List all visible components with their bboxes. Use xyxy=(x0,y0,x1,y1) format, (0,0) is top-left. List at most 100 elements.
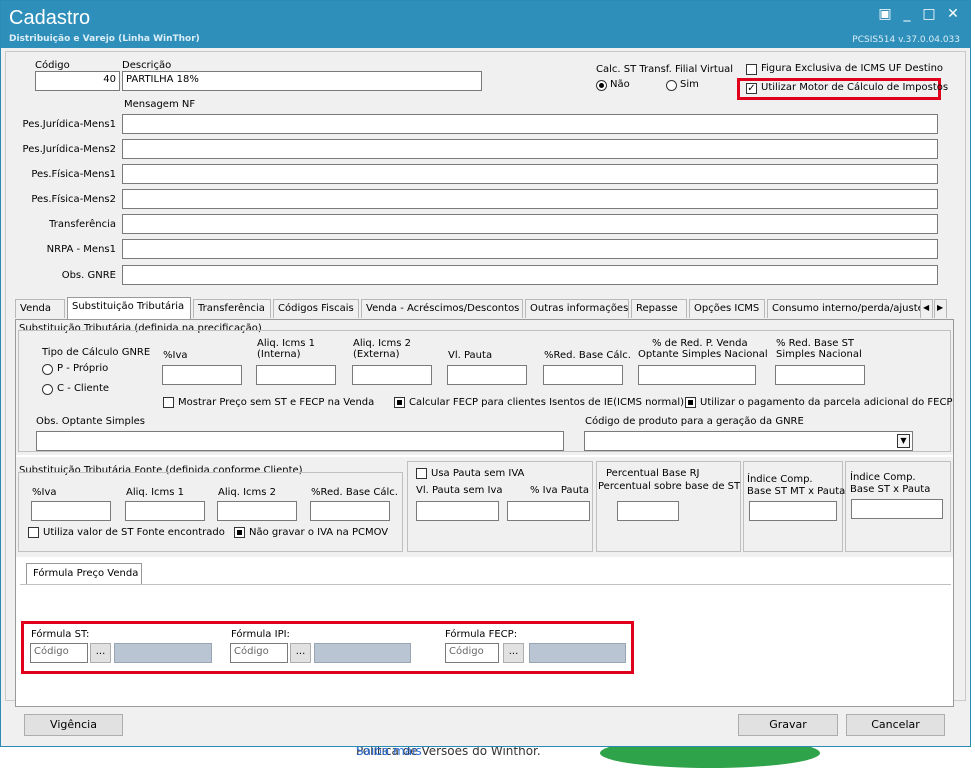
window-title: Cadastro xyxy=(9,7,91,29)
figura-checkbox[interactable] xyxy=(746,64,757,75)
calc-st-label: Calc. ST Transf. Filial Virtual xyxy=(596,64,734,75)
indice2-sublabel: Base ST x Pauta xyxy=(850,484,931,495)
vigencia-button[interactable]: Vigência xyxy=(24,714,123,736)
aliq1-sublabel: (Interna) xyxy=(257,349,301,360)
tab-consumo[interactable]: Consumo interno/perda/ajuste xyxy=(767,299,921,318)
utiliza-st-fonte-checkbox[interactable] xyxy=(28,527,39,538)
radio-nao[interactable] xyxy=(596,80,607,91)
codigo-label: Código xyxy=(35,60,70,71)
mostrar-preco-label: Mostrar Preço sem ST e FECP na Venda xyxy=(178,397,375,408)
window-subtitle: Distribuição e Varejo (Linha WinThor) xyxy=(9,34,200,44)
title-bar[interactable]: Cadastro Distribuição e Varejo (Linha Wi… xyxy=(1,1,970,48)
fonte-aliq2-input[interactable] xyxy=(217,501,297,521)
radio-nao-label: Não xyxy=(610,79,630,90)
radio-cliente[interactable] xyxy=(42,384,53,395)
indice1-input[interactable] xyxy=(749,501,837,521)
tab-substituicao[interactable]: Substituição Tributária xyxy=(67,297,191,319)
msg-input-pj2[interactable] xyxy=(122,139,938,159)
close-button[interactable]: ✕ xyxy=(944,5,962,23)
st-section: Substituição Tributária (definida na pre… xyxy=(16,320,953,455)
tab-venda[interactable]: Venda xyxy=(15,299,65,318)
descricao-input[interactable]: PARTILHA 18% xyxy=(122,71,482,91)
gravar-button[interactable]: Gravar xyxy=(738,714,838,736)
calcular-fecp-label: Calcular FECP para clientes Isentos de I… xyxy=(409,397,685,408)
aliq2-sublabel: (Externa) xyxy=(353,349,400,360)
tab-acrescimos[interactable]: Venda - Acréscimos/Descontos xyxy=(361,299,523,318)
tab-repasse[interactable]: Repasse xyxy=(631,299,687,318)
msg-label-pj2: Pes.Jurídica-Mens2 xyxy=(22,144,116,155)
tab-scroll-left-icon[interactable]: ◀ xyxy=(920,299,933,318)
version-label: PCSIS514 v.37.0.04.033 xyxy=(852,35,960,45)
msg-input-gnre[interactable] xyxy=(122,265,938,285)
tab-formula-preco[interactable]: Fórmula Preço Venda xyxy=(26,563,142,584)
fonte-iva-input[interactable] xyxy=(31,501,111,521)
formula-tab-line xyxy=(20,584,951,585)
iva-input[interactable] xyxy=(162,365,242,385)
indice2-input[interactable] xyxy=(851,499,943,519)
fonte-aliq1-input[interactable] xyxy=(125,501,205,521)
tab-opcoes-icms[interactable]: Opções ICMS xyxy=(689,299,765,318)
msg-input-pj1[interactable] xyxy=(122,114,938,134)
tab-codigos-fiscais[interactable]: Códigos Fiscais xyxy=(273,299,359,318)
fonte-section: Substituição Tributária Fonte (definida … xyxy=(16,457,953,557)
radio-proprio[interactable] xyxy=(42,364,53,375)
usa-pauta-checkbox[interactable] xyxy=(416,468,427,479)
chevron-down-icon[interactable]: ▼ xyxy=(897,434,910,448)
maximize-button[interactable]: □ xyxy=(920,5,938,23)
formula-st-label: Fórmula ST: xyxy=(31,629,90,640)
aliq1-input[interactable] xyxy=(256,365,336,385)
motor-label: Utilizar Motor de Cálculo de Impostos xyxy=(761,82,949,93)
motor-checkbox[interactable] xyxy=(746,83,757,94)
msg-input-transf[interactable] xyxy=(122,214,938,234)
radio-sim[interactable] xyxy=(666,80,677,91)
tab-transferencia[interactable]: Transferência xyxy=(193,299,271,318)
redpv-sublabel: Optante Simples Nacional xyxy=(638,349,768,360)
perc-input[interactable] xyxy=(617,501,679,521)
iva-label: %Iva xyxy=(163,350,188,361)
aliq2-input[interactable] xyxy=(352,365,432,385)
restore-icon[interactable]: ▣ xyxy=(876,5,894,23)
iva-pauta-label: % Iva Pauta xyxy=(530,485,589,496)
gnre-code-select[interactable]: ▼ xyxy=(584,431,913,451)
calcular-fecp-checkbox[interactable] xyxy=(394,397,405,408)
redst-input[interactable] xyxy=(775,365,865,385)
nao-gravar-iva-label: Não gravar o IVA na PCMOV xyxy=(249,527,389,538)
msg-input-pf1[interactable] xyxy=(122,164,938,184)
mostrar-preco-checkbox[interactable] xyxy=(163,397,174,408)
formula-st-lookup-button[interactable]: ... xyxy=(90,643,111,663)
obs-optante-input[interactable] xyxy=(36,431,564,451)
formula-fecp-lookup-button[interactable]: ... xyxy=(503,643,524,663)
redpv-input[interactable] xyxy=(638,365,756,385)
fonte-aliq2-label: Aliq. Icms 2 xyxy=(218,487,277,498)
formula-fecp-code-input[interactable]: Código xyxy=(445,643,499,663)
perc-title: Percentual Base RJ xyxy=(606,468,700,479)
utilizar-fecp-checkbox[interactable] xyxy=(685,397,696,408)
formula-fecp-label: Fórmula FECP: xyxy=(445,629,518,640)
minimize-button[interactable]: _ xyxy=(898,5,916,23)
tab-outras[interactable]: Outras informações xyxy=(525,299,629,318)
formula-ipi-desc xyxy=(314,643,411,663)
pauta-label: Vl. Pauta xyxy=(448,350,493,361)
gnre-title: Tipo de Cálculo GNRE xyxy=(42,347,151,358)
pauta-input[interactable] xyxy=(447,365,527,385)
iva-pauta-input[interactable] xyxy=(507,501,590,521)
msg-input-pf2[interactable] xyxy=(122,189,938,209)
codigo-input[interactable]: 40 xyxy=(35,71,120,91)
cancelar-button[interactable]: Cancelar xyxy=(846,714,945,736)
redst-label: % Red. Base ST xyxy=(776,338,855,349)
fonte-red-input[interactable] xyxy=(310,501,390,521)
nao-gravar-iva-checkbox[interactable] xyxy=(234,527,245,538)
indice2-label: Índice Comp. xyxy=(850,472,916,483)
msg-label-transf: Transferência xyxy=(49,219,116,230)
indice1-label: Índice Comp. xyxy=(747,474,813,485)
redbase-input[interactable] xyxy=(543,365,623,385)
formula-ipi-lookup-button[interactable]: ... xyxy=(290,643,311,663)
tab-scroll-right-icon[interactable]: ▶ xyxy=(934,299,947,318)
gnre-code-label: Código de produto para a geração da GNRE xyxy=(585,416,804,427)
formula-st-code-input[interactable]: Código xyxy=(30,643,88,663)
formula-ipi-code-input[interactable]: Código xyxy=(230,643,288,663)
aliq1-label: Aliq. Icms 1 xyxy=(257,338,316,349)
msg-input-nrpa[interactable] xyxy=(122,239,938,259)
descricao-label: Descrição xyxy=(122,60,172,71)
pauta-sem-iva-input[interactable] xyxy=(416,501,499,521)
